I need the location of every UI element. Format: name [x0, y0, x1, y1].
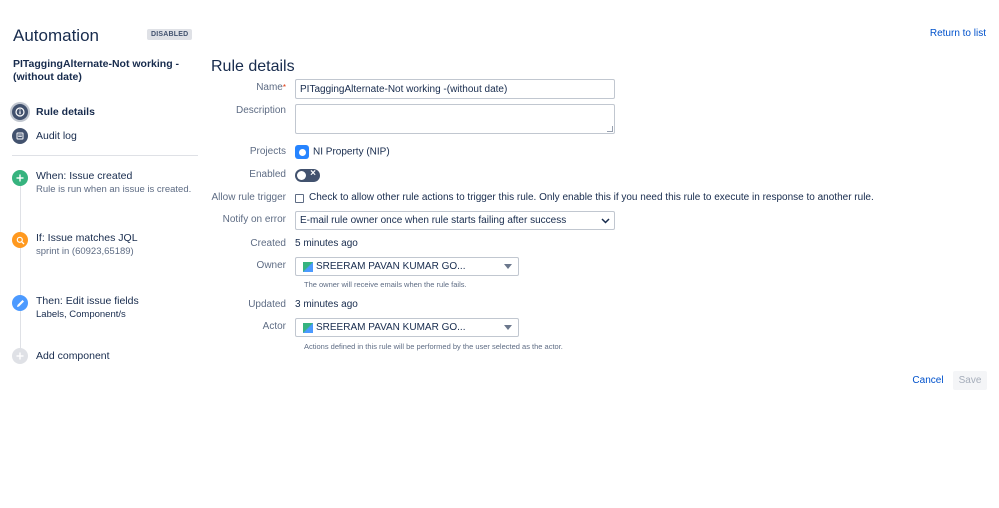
- notify-select[interactable]: E-mail rule owner once when rule starts …: [295, 211, 615, 230]
- owner-select[interactable]: SREERAM PAVAN KUMAR GO...: [295, 257, 519, 276]
- component-trigger[interactable]: When: Issue created Rule is run when an …: [12, 170, 191, 196]
- status-badge: DISABLED: [147, 29, 193, 40]
- section-title: Rule details: [211, 58, 295, 75]
- component-title: Then: Edit issue fields: [36, 295, 139, 307]
- updated-value: 3 minutes ago: [295, 299, 358, 310]
- allow-trigger-text: Check to allow other rule actions to tri…: [309, 192, 874, 203]
- projects-label: Projects: [249, 146, 286, 157]
- created-label: Created: [250, 238, 286, 249]
- nav-rule-details[interactable]: Rule details: [12, 103, 95, 121]
- component-action[interactable]: Then: Edit issue fields Labels, Componen…: [12, 295, 139, 321]
- actor-value: SREERAM PAVAN KUMAR GO...: [316, 322, 466, 333]
- project-icon: [295, 145, 309, 159]
- actor-row: Actor SREERAM PAVAN KUMAR GO...: [211, 318, 519, 337]
- search-icon: [12, 232, 28, 248]
- created-row: Created 5 minutes ago: [211, 237, 358, 251]
- component-condition[interactable]: If: Issue matches JQL sprint in (60923,6…: [12, 232, 138, 258]
- owner-value: SREERAM PAVAN KUMAR GO...: [316, 261, 466, 272]
- required-mark: *: [282, 83, 286, 92]
- avatar: [303, 261, 313, 272]
- info-icon: [12, 104, 28, 120]
- actor-select[interactable]: SREERAM PAVAN KUMAR GO...: [295, 318, 519, 337]
- description-textarea[interactable]: [295, 104, 615, 134]
- plus-icon: [12, 170, 28, 186]
- owner-label: Owner: [256, 260, 286, 271]
- description-label: Description: [235, 105, 286, 116]
- name-input[interactable]: PITaggingAlternate-Not working -(without…: [295, 79, 615, 99]
- owner-row: Owner SREERAM PAVAN KUMAR GO...: [211, 257, 519, 276]
- rule-name-heading: PITaggingAlternate-Not working -(without…: [13, 58, 180, 83]
- cancel-button[interactable]: Cancel: [907, 371, 949, 390]
- notify-row: Notify on error E-mail rule owner once w…: [211, 211, 615, 230]
- timeline-connector: [19, 185, 21, 355]
- enabled-toggle[interactable]: ×: [295, 168, 320, 182]
- created-value: 5 minutes ago: [295, 238, 358, 249]
- actor-help-text: Actions defined in this rule will be per…: [304, 342, 563, 351]
- description-row: Description: [211, 104, 615, 134]
- return-to-list-link[interactable]: Return to list: [930, 28, 986, 39]
- allow-trigger-label: Allow rule trigger: [211, 192, 286, 203]
- add-component-button[interactable]: Add component: [12, 348, 110, 364]
- plus-icon: [12, 348, 28, 364]
- close-icon: ×: [310, 168, 316, 179]
- nav-label: Audit log: [36, 130, 77, 142]
- owner-help-text: The owner will receive emails when the r…: [304, 280, 467, 289]
- resize-handle[interactable]: [607, 126, 613, 132]
- nav-label: Rule details: [36, 106, 95, 118]
- allow-trigger-row: Allow rule trigger Check to allow other …: [211, 191, 874, 205]
- projects-row: Projects NI Property (NIP): [211, 145, 390, 160]
- add-component-label: Add component: [36, 350, 110, 362]
- component-subtitle: sprint in (60923,65189): [36, 246, 134, 257]
- allow-trigger-checkbox[interactable]: [295, 194, 304, 203]
- audit-log-icon: [12, 128, 28, 144]
- component-subtitle: Rule is run when an issue is created.: [36, 184, 192, 195]
- pencil-icon: [12, 295, 28, 311]
- sidebar-divider: [12, 155, 198, 156]
- name-row: Name* PITaggingAlternate-Not working -(w…: [211, 79, 615, 99]
- dropdown-caret-icon: [504, 264, 512, 269]
- notify-selected-value: E-mail rule owner once when rule starts …: [300, 215, 567, 226]
- actor-label: Actor: [262, 321, 286, 332]
- dropdown-caret-icon: [504, 325, 512, 330]
- enabled-label: Enabled: [249, 169, 286, 180]
- avatar: [303, 322, 313, 333]
- component-title: If: Issue matches JQL: [36, 232, 138, 244]
- updated-label: Updated: [248, 299, 286, 310]
- updated-row: Updated 3 minutes ago: [211, 298, 358, 312]
- name-label: Name*: [256, 82, 286, 93]
- notify-label: Notify on error: [222, 214, 286, 225]
- component-subtitle: Labels, Component/s: [36, 309, 126, 320]
- chevron-down-icon: [601, 216, 610, 226]
- enabled-row: Enabled ×: [211, 168, 320, 182]
- toggle-knob: [297, 171, 306, 180]
- nav-audit-log[interactable]: Audit log: [12, 127, 77, 145]
- project-name: NI Property (NIP): [313, 146, 390, 158]
- component-title: When: Issue created: [36, 170, 133, 182]
- save-button[interactable]: Save: [953, 371, 987, 390]
- page-title: Automation: [13, 26, 99, 45]
- project-value: NI Property (NIP): [295, 145, 390, 160]
